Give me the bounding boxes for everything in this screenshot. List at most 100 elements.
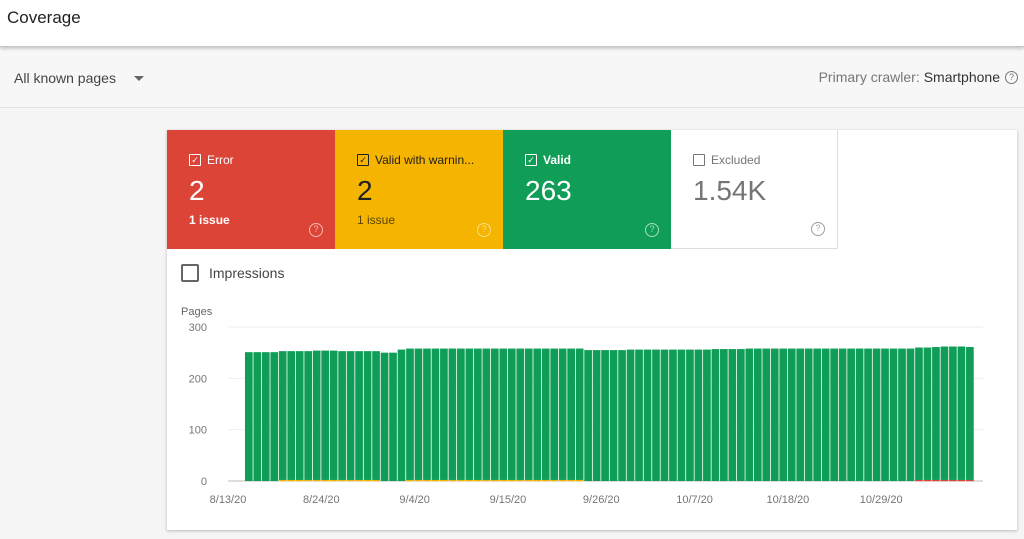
x-tick-label: 10/7/20: [676, 494, 713, 506]
bar-valid: [787, 348, 796, 481]
bar-valid-with-warnings: [440, 479, 448, 482]
help-icon[interactable]: ?: [309, 222, 323, 237]
x-tick-label: 9/4/20: [399, 494, 430, 506]
bar-valid: [703, 349, 711, 481]
bar-valid-with-warnings: [431, 479, 440, 482]
bar-valid-with-warnings: [278, 479, 287, 482]
bar-valid: [516, 348, 525, 480]
tile-issues: 1 issue: [357, 213, 396, 227]
bar-valid-with-warnings: [321, 479, 329, 482]
bar-valid: [872, 348, 881, 481]
checkbox-checked-icon[interactable]: ✓: [357, 154, 369, 166]
bar-valid-with-warnings: [465, 479, 474, 482]
bar-valid: [440, 348, 448, 480]
bar-valid: [609, 350, 618, 481]
bar-valid-with-warnings: [329, 479, 338, 482]
tile-value: 2: [189, 175, 205, 206]
bar-valid: [838, 348, 847, 481]
y-axis-label: Pages: [181, 306, 213, 318]
help-icon[interactable]: ?: [477, 222, 491, 237]
bar-valid-with-warnings: [516, 479, 525, 482]
bar-valid: [363, 351, 372, 480]
bar-valid: [626, 349, 635, 481]
bar-valid-with-warnings: [448, 479, 457, 482]
bar-valid: [957, 346, 966, 480]
bar-valid: [728, 349, 737, 481]
bar-valid: [694, 349, 703, 481]
tile-label: Excluded: [711, 153, 761, 167]
tile-issues: 1 issue: [189, 213, 230, 227]
bar-valid: [720, 349, 728, 481]
bar-error: [957, 479, 966, 482]
bar-valid-with-warnings: [287, 479, 296, 482]
bar-valid-with-warnings: [482, 479, 491, 482]
dropdown-caret-icon: [133, 76, 144, 81]
help-icon[interactable]: ?: [811, 221, 825, 236]
bar-valid-with-warnings: [423, 479, 431, 482]
bar-valid: [923, 347, 932, 480]
bar-valid: [380, 352, 389, 481]
bar-valid: [635, 349, 643, 481]
tile-valid[interactable]: ✓ Valid 263 ?: [503, 130, 671, 249]
bar-valid: [338, 351, 346, 480]
tile-value: 2: [357, 175, 373, 206]
bar-valid: [278, 351, 287, 480]
tile-label: Valid: [543, 153, 572, 167]
page-title: Coverage: [7, 8, 81, 27]
checkbox-unchecked-icon[interactable]: [693, 154, 705, 166]
bar-valid: [966, 347, 974, 480]
tile-value: 1.54K: [693, 175, 767, 206]
bar-valid: [541, 348, 550, 480]
bar-valid: [855, 348, 864, 481]
bar-valid: [304, 351, 313, 480]
bar-valid: [372, 351, 380, 480]
bar-valid: [618, 350, 626, 481]
bar-error: [923, 479, 932, 482]
bar-valid: [753, 348, 762, 481]
bar-valid: [643, 349, 652, 481]
bar-valid-with-warnings: [507, 479, 516, 482]
bar-valid: [898, 348, 906, 481]
help-icon[interactable]: ?: [1005, 70, 1018, 84]
impressions-toggle[interactable]: Impressions: [181, 264, 284, 282]
bar-valid: [652, 349, 660, 481]
bar-valid-with-warnings: [575, 479, 584, 482]
bar-valid: [474, 348, 482, 480]
x-tick-label: 9/26/20: [583, 494, 620, 506]
bar-valid: [881, 348, 889, 481]
bar-valid: [558, 348, 567, 480]
bar-valid-with-warnings: [490, 479, 499, 482]
impressions-label: Impressions: [209, 265, 285, 281]
x-tick-label: 9/15/20: [490, 494, 527, 506]
bar-valid-with-warnings: [567, 479, 576, 482]
bar-valid-with-warnings: [550, 479, 559, 482]
x-tick-label: 10/18/20: [766, 494, 809, 506]
bar-valid-with-warnings: [363, 479, 372, 482]
bar-valid: [745, 348, 754, 481]
bar-valid: [906, 348, 915, 481]
bar-valid: [770, 348, 779, 481]
checkbox-checked-icon[interactable]: ✓: [525, 154, 537, 166]
bar-valid: [932, 347, 940, 480]
bar-valid-with-warnings: [457, 479, 465, 482]
bar-valid-with-warnings: [346, 479, 355, 482]
bar-valid: [550, 348, 559, 480]
crawler-label: Primary crawler:: [818, 69, 920, 85]
page-filter-dropdown[interactable]: All known pages: [14, 70, 144, 86]
bar-valid: [389, 352, 397, 481]
tile-valid-with-warnings[interactable]: ✓ Valid with warnin... 2 1 issue ?: [335, 130, 503, 249]
tile-label: Valid with warnin...: [375, 153, 475, 167]
bar-error: [949, 479, 957, 482]
help-icon[interactable]: ?: [645, 222, 659, 237]
bar-valid: [270, 352, 279, 481]
primary-crawler: Primary crawler: Smartphone ?: [819, 69, 1018, 85]
bar-valid-with-warnings: [295, 479, 304, 482]
bar-valid: [355, 351, 363, 480]
tile-excluded[interactable]: Excluded 1.54K ?: [671, 130, 838, 249]
tile-error[interactable]: ✓ Error 2 1 issue ?: [167, 130, 335, 249]
bar-valid: [457, 348, 465, 480]
checkbox-checked-icon[interactable]: ✓: [189, 154, 201, 166]
bar-valid: [940, 346, 949, 480]
checkbox-unchecked-icon[interactable]: [181, 264, 199, 282]
bar-valid-with-warnings: [338, 479, 346, 482]
